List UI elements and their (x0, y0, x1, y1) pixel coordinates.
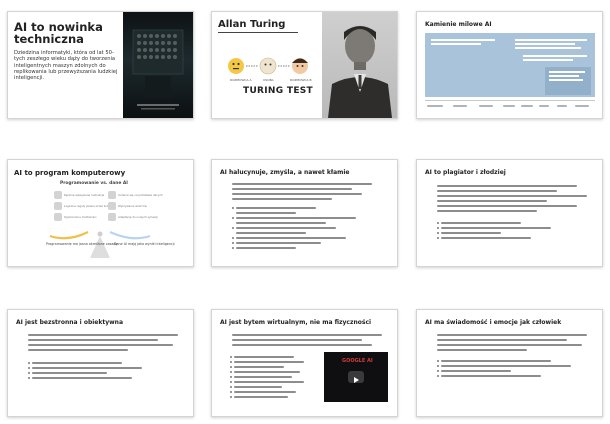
card-icon (108, 213, 116, 221)
slide-title: AI halucynuje, zmyśla, a nawet kłamie (220, 169, 350, 176)
slide-title: Kamienie milowe AI (425, 21, 492, 28)
item-label: Ręcznie wpisywane instrukcje (64, 193, 105, 197)
timeline-axis (425, 100, 595, 101)
slide-thumbnail-2[interactable]: Allan Turing ROZMÓWCA A OSOBA ROZMÓWCA B… (211, 11, 398, 119)
play-button[interactable] (348, 371, 364, 383)
milestones-panel (425, 33, 595, 97)
diagram-label: ROZMÓWCA B (290, 78, 312, 82)
slide-thumbnail-3[interactable]: Kamienie milowe AI (416, 11, 603, 119)
scale-label-left: Programowanie ma jasno określone zasady (46, 242, 118, 246)
diagram-subtitle: Programowanie vs. dane AI (60, 181, 128, 186)
item-label: Logiczne reguły pisane przez ludzi (64, 204, 111, 208)
slide-title: AI ma świadomość i emocje jak człowiek (425, 319, 562, 326)
slide-thumbnail-7[interactable]: AI jest bezstronna i obiektywna (7, 309, 194, 417)
diagram-label: ROZMÓWCA A (230, 78, 252, 82)
play-icon (354, 377, 359, 383)
diagram-label: OSOBA (263, 78, 274, 82)
card-icon (54, 191, 62, 199)
video-title: GOOGLE AI (342, 358, 373, 364)
slide-title: Allan Turing (218, 19, 286, 30)
item-label: Wykrywanie wzorców (118, 204, 147, 208)
balance-scale-icon (49, 230, 151, 258)
slide-thumbnail-5[interactable]: AI halucynuje, zmyśla, a nawet kłamie (211, 159, 398, 267)
embedded-video[interactable]: GOOGLE AI (324, 352, 388, 402)
item-label: Adaptacja do nowych sytuacji (118, 215, 159, 219)
slide-title: AI jest bezstronna i obiektywna (16, 319, 123, 326)
slide-thumbnail-6[interactable]: AI to plagiator i złodziej (416, 159, 603, 267)
card-icon (54, 202, 62, 210)
slide-title: AI to nowinka techniczna (14, 20, 103, 46)
machine-illustration (132, 29, 184, 110)
card-icon (54, 213, 62, 221)
card-icon (108, 202, 116, 210)
slide-title: AI to plagiator i złodziej (425, 169, 506, 176)
slide-thumbnail-9[interactable]: AI ma świadomość i emocje jak człowiek (416, 309, 603, 417)
portrait-photo (322, 12, 397, 118)
item-label: Ograniczone możliwości (64, 215, 97, 219)
person-icon (328, 26, 392, 118)
title-underline (218, 32, 298, 33)
slide-body-text: Dziedzina informatyki, która od lat 50-t… (14, 50, 118, 82)
slide-title: AI to program komputerowy (14, 169, 126, 177)
slide-image (123, 12, 193, 118)
slide-thumbnail-1[interactable]: AI to nowinka techniczna Dziedzina infor… (7, 11, 194, 119)
diagram-title: TURING TEST (243, 86, 313, 96)
slide-thumbnail-4[interactable]: AI to program komputerowy Programowanie … (7, 159, 194, 267)
item-label: Uczenie się na podstawie danych (118, 193, 163, 197)
slide-title: AI jest bytem wirtualnym, nie ma fizyczn… (220, 319, 372, 326)
card-icon (108, 191, 116, 199)
scale-label-right: Dane AI mają jako wyniki inteligencji (114, 242, 175, 246)
slide-thumbnail-8[interactable]: AI jest bytem wirtualnym, nie ma fizyczn… (211, 309, 398, 417)
